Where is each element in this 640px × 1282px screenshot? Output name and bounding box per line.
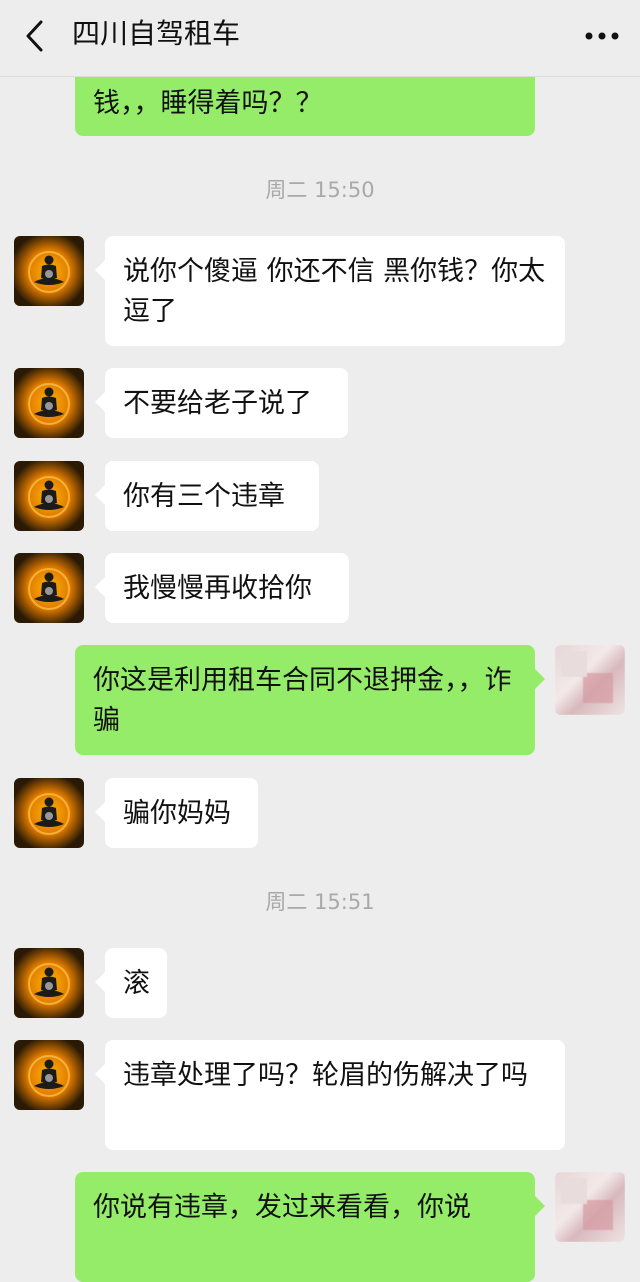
message-bubble-friend[interactable]: 骗你妈妈 xyxy=(95,778,258,848)
message-bubble-friend[interactable]: 滚 xyxy=(95,948,167,1018)
friend-avatar[interactable] xyxy=(14,553,84,623)
message-bubble-friend[interactable]: 我慢慢再收拾你 xyxy=(95,553,349,623)
title-bar: 四川自驾租车 xyxy=(0,0,640,77)
message-text: 滚 xyxy=(123,968,150,999)
message-text: 不要给老子说了 xyxy=(123,388,312,419)
chat-title: 四川自驾租车 xyxy=(72,17,241,50)
chat-area: 钱，，睡得着吗？？ 周二 15:50 说你个傻逼 你还不信 黑你钱？你太逗了 不… xyxy=(0,0,640,1282)
message-text: 骗你妈妈 xyxy=(123,798,231,829)
message-text: 违章处理了吗？轮眉的伤解决了吗 xyxy=(123,1060,528,1091)
message-text: 你这是利用租车合同不退押金，，诈骗 xyxy=(93,665,512,736)
friend-avatar[interactable] xyxy=(14,461,84,531)
blurred-avatar-icon xyxy=(555,1172,625,1242)
message-text: 你说有违章，发过来看看，你说 xyxy=(93,1192,471,1223)
message-bubble-friend[interactable]: 不要给老子说了 xyxy=(95,368,348,438)
message-bubble-self[interactable]: 你这是利用租车合同不退押金，，诈骗 xyxy=(75,645,545,755)
timestamp: 周二 15:50 xyxy=(265,178,375,202)
meditation-avatar-icon xyxy=(14,368,84,438)
message-bubble-friend[interactable]: 你有三个违章 xyxy=(95,461,319,531)
more-button[interactable] xyxy=(582,18,622,54)
meditation-avatar-icon xyxy=(14,236,84,306)
meditation-avatar-icon xyxy=(14,1040,84,1110)
blurred-avatar-icon xyxy=(555,645,625,715)
friend-avatar[interactable] xyxy=(14,236,84,306)
self-avatar[interactable] xyxy=(555,645,625,715)
message-bubble-self[interactable]: 你说有违章，发过来看看，你说 xyxy=(75,1172,545,1282)
message-text: 钱，，睡得着吗？？ xyxy=(93,88,323,119)
message-bubble-friend[interactable]: 说你个傻逼 你还不信 黑你钱？你太逗了 xyxy=(95,236,565,346)
friend-avatar[interactable] xyxy=(14,948,84,1018)
back-chevron-icon xyxy=(26,20,43,52)
timestamp: 周二 15:51 xyxy=(265,890,375,914)
friend-avatar[interactable] xyxy=(14,368,84,438)
friend-avatar[interactable] xyxy=(14,1040,84,1110)
meditation-avatar-icon xyxy=(14,948,84,1018)
meditation-avatar-icon xyxy=(14,553,84,623)
message-text: 我慢慢再收拾你 xyxy=(123,573,312,604)
back-button[interactable] xyxy=(14,16,54,56)
more-dots-icon xyxy=(585,32,619,40)
friend-avatar[interactable] xyxy=(14,778,84,848)
message-text: 你有三个违章 xyxy=(123,481,285,512)
self-avatar[interactable] xyxy=(555,1172,625,1242)
meditation-avatar-icon xyxy=(14,461,84,531)
message-bubble-friend[interactable]: 违章处理了吗？轮眉的伤解决了吗 xyxy=(95,1040,565,1150)
message-text: 说你个傻逼 你还不信 黑你钱？你太逗了 xyxy=(123,256,546,327)
meditation-avatar-icon xyxy=(14,778,84,848)
